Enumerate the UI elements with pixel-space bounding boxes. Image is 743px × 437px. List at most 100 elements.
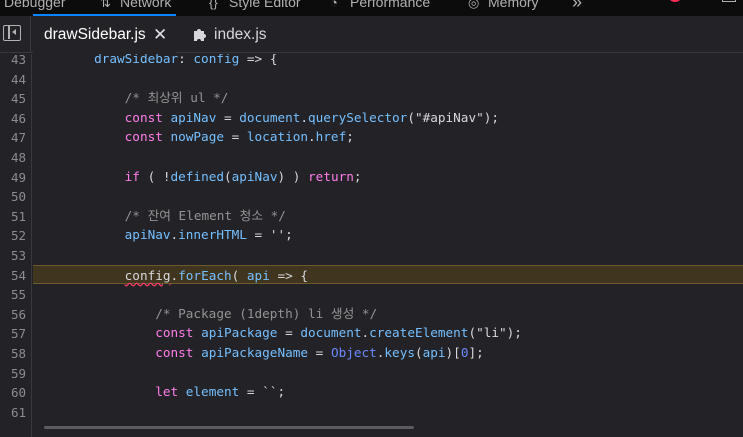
code-token: '' — [269, 227, 286, 243]
paused-code-line: config.forEach( api => { — [33, 264, 743, 285]
line-number[interactable]: 55 — [0, 287, 26, 302]
line-number[interactable]: 44 — [0, 72, 26, 87]
code-token: keys — [384, 345, 415, 360]
code-line: /* 최상위 ul */ — [33, 88, 743, 108]
code-token: ; — [277, 384, 286, 400]
code-token: ; — [285, 227, 293, 243]
code-token: href — [315, 129, 347, 145]
line-number[interactable]: 52 — [0, 228, 26, 243]
line-number[interactable]: 58 — [0, 346, 26, 361]
code-token: ( ! — [139, 168, 171, 184]
tab-memory-label: Memory — [488, 0, 539, 10]
code-token: const — [33, 109, 171, 125]
code-token: : — [178, 54, 194, 66]
code-editor[interactable]: 43 44 45 46 47 48 49 50 51 52 53 54 55 56 57 58 59 60 61 d… — [0, 54, 743, 437]
code-token: /* 최상위 ul */ — [33, 90, 229, 106]
code-token: "li" — [476, 325, 507, 341]
code-line: /* 잔여 Element 청소 */ — [33, 206, 743, 226]
code-token: if — [33, 168, 140, 184]
code-token: ( — [414, 345, 423, 360]
tab-style-editor-label: Style Editor — [229, 0, 301, 10]
code-token: ; — [346, 129, 354, 145]
code-token: let — [33, 384, 186, 400]
source-tab-index[interactable]: index.js — [186, 16, 267, 53]
source-tab-label: drawSidebar.js — [44, 26, 146, 43]
tab-network-label: Network — [120, 0, 172, 10]
code-token: )[ — [445, 345, 461, 360]
line-number[interactable]: 46 — [0, 111, 26, 126]
code-token: ]; — [468, 345, 484, 360]
code-line: const nowPage = location.href; — [33, 127, 743, 147]
line-number[interactable]: 47 — [0, 130, 26, 145]
code-token: "#apiNav" — [414, 109, 484, 125]
line-number[interactable]: 53 — [0, 248, 26, 263]
tab-network[interactable]: ⇅ Network — [100, 0, 171, 14]
source-tab-drawsidebar[interactable]: drawSidebar.js ✕ — [33, 16, 176, 53]
code-token: config — [193, 54, 240, 66]
code-token: /* 잔여 Element 청소 */ — [33, 207, 286, 223]
dock-menu-icon[interactable] — [722, 0, 736, 8]
line-number[interactable]: 54 — [0, 268, 26, 283]
code-token: const — [33, 129, 171, 145]
line-number[interactable]: 57 — [0, 326, 26, 341]
code-token: defined — [170, 168, 224, 184]
code-token: => { — [269, 267, 309, 283]
code-token: querySelector — [308, 109, 408, 125]
line-number[interactable]: 45 — [0, 91, 26, 106]
code-token: element — [185, 384, 240, 400]
code-token: . — [361, 325, 370, 341]
performance-icon: ◔ — [330, 0, 338, 10]
line-number[interactable]: 61 — [0, 405, 26, 420]
tab-style-editor[interactable]: {} Style Editor — [209, 0, 301, 14]
code-token: ; — [353, 168, 362, 184]
code-token: = — [308, 345, 331, 360]
code-token: . — [308, 129, 316, 145]
code-token: . — [170, 227, 179, 243]
line-number[interactable]: 56 — [0, 307, 26, 322]
line-number[interactable]: 59 — [0, 366, 26, 381]
code-token: document — [239, 109, 301, 125]
tab-memory[interactable]: ◎ Memory — [468, 0, 539, 14]
tab-debugger-label: Debugger — [4, 0, 66, 10]
line-number[interactable]: 51 — [0, 209, 26, 224]
style-editor-icon: {} — [209, 0, 218, 10]
horizontal-scrollbar[interactable] — [44, 426, 414, 429]
code-line: const apiNav = document.querySelector("#… — [33, 108, 743, 128]
toggle-sources-sidebar-icon[interactable] — [3, 25, 21, 41]
code-token: api — [422, 345, 446, 360]
line-number[interactable]: 50 — [0, 189, 26, 204]
code-token: ); — [483, 109, 499, 125]
memory-icon: ◎ — [468, 0, 480, 10]
code-token: config — [124, 267, 171, 283]
tabs-overflow-button[interactable]: » — [572, 0, 582, 14]
code-token: return — [308, 168, 354, 184]
code-token: forEach — [178, 267, 232, 283]
line-number[interactable]: 60 — [0, 385, 26, 400]
line-number[interactable]: 49 — [0, 170, 26, 185]
source-tabs-bar: drawSidebar.js ✕ index.js — [0, 16, 743, 53]
code-token: ( — [407, 109, 415, 125]
tab-performance[interactable]: ◔ Performance — [330, 0, 430, 14]
line-number[interactable]: 43 — [0, 54, 26, 67]
source-tab-label: index.js — [214, 26, 267, 43]
code-token: const — [33, 345, 202, 360]
code-token: = — [239, 384, 263, 400]
code-token: document — [300, 325, 362, 341]
code-token: /* Package (1depth) li 생성 */ — [33, 305, 378, 321]
puzzle-icon — [194, 29, 206, 41]
code-token: apiNav — [231, 168, 278, 184]
close-icon[interactable]: ✕ — [153, 16, 167, 53]
code-token: = — [277, 325, 301, 341]
line-number[interactable]: 48 — [0, 150, 26, 165]
code-line: if ( !defined(apiNav) ) return; — [33, 167, 743, 187]
code-line: const apiPackage = document.createElemen… — [33, 323, 743, 343]
error-badge-icon[interactable] — [668, 0, 682, 8]
devtools-tab-strip: Debugger ⇅ Network {} Style Editor ◔ Perfor… — [0, 0, 743, 16]
code-token: apiNav — [33, 227, 171, 243]
tab-debugger[interactable]: Debugger — [4, 0, 66, 14]
